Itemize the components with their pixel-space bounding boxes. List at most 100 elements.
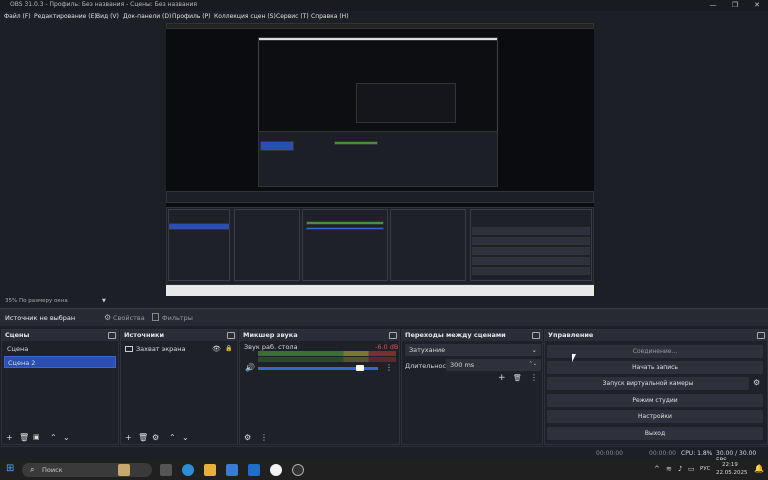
arrow-down-icon[interactable]: ⌄ — [63, 433, 70, 442]
window-title: OBS 31.0.3 - Профиль: Без названия - Сце… — [10, 1, 198, 8]
clock[interactable]: 22:19 — [722, 462, 738, 468]
maximize-button[interactable]: ❐ — [724, 0, 746, 11]
cpu-usage: CPU: 1.8% — [681, 450, 713, 457]
studio-mode-button[interactable]: Режим студии — [547, 394, 763, 407]
source-status: Источник не выбран — [5, 314, 76, 322]
record-button[interactable]: Начать запись — [547, 361, 763, 374]
volume-icon[interactable]: ♪ — [678, 465, 682, 473]
undock-icon[interactable] — [757, 332, 765, 339]
exit-button[interactable]: Выход — [547, 427, 763, 440]
eye-icon[interactable]: 👁 — [212, 345, 221, 353]
scene-item[interactable]: Сцена — [4, 343, 116, 355]
task-view-icon[interactable] — [160, 464, 172, 476]
arrow-down-icon[interactable]: ⌄ — [182, 433, 189, 442]
language-indicator[interactable]: РУС — [700, 466, 711, 472]
date[interactable]: 22.05.2025 — [716, 470, 748, 476]
transitions-title: Переходы между сценами — [402, 330, 542, 341]
taskbar: ⊞ Поиск ⌕ ^ ≋ ♪ ▭ РУС 22:19 22.05.2025 🔔 — [0, 460, 768, 480]
widget-icon[interactable] — [118, 464, 130, 476]
scenes-dock: Сцены Сцена Сцена 2 + 🗑 ▣ ⌃ ⌄ — [1, 329, 119, 445]
menu-dots-icon[interactable]: ⋮ — [260, 433, 268, 442]
speaker-icon[interactable]: 🔊 — [245, 363, 255, 372]
yandex-icon[interactable] — [270, 464, 282, 476]
filter-icon — [152, 313, 159, 321]
zoom-bar — [0, 296, 768, 308]
preview-canvas[interactable] — [166, 23, 594, 296]
outlook-icon[interactable] — [248, 464, 260, 476]
wifi-icon[interactable]: ≋ — [666, 465, 672, 473]
record-time: 00:00:00 — [649, 450, 676, 457]
lock-icon[interactable]: 🔒 — [225, 345, 232, 352]
gear-icon[interactable]: ⚙ — [244, 433, 251, 442]
menu-dots-icon[interactable]: ⋮ — [385, 363, 393, 372]
transitions-dock: Переходы между сценами Затухание ⌄ Длител… — [401, 329, 543, 445]
folder-icon[interactable] — [204, 464, 216, 476]
windows-start-icon[interactable]: ⊞ — [6, 463, 14, 474]
obs-icon[interactable] — [292, 464, 304, 476]
chevron-up-icon[interactable]: ^ — [654, 465, 660, 473]
status-bar: 00:00:00 00:00:00 CPU: 1.8% 30.00 / 30.0… — [0, 446, 768, 464]
transition-value: Затухание — [409, 346, 446, 354]
undock-icon[interactable] — [108, 332, 116, 339]
spin-icon: ⌃⌄ — [528, 361, 537, 367]
add-icon[interactable]: + — [498, 373, 506, 383]
notification-icon[interactable]: 🔔 — [754, 464, 764, 473]
menu-tools[interactable]: Сервис (T) — [276, 13, 309, 20]
monitor-icon — [125, 346, 133, 352]
minimize-button[interactable]: — — [702, 0, 724, 11]
controls-title: Управление — [545, 330, 767, 341]
battery-icon[interactable]: ▭ — [688, 465, 695, 473]
sources-dock: Источники Захват экрана 👁 🔒 + 🗑 ⚙ ⌃ ⌄ — [120, 329, 238, 445]
menu-scene-collection[interactable]: Коллекция сцен (S) — [214, 13, 276, 20]
sources-title: Источники — [121, 330, 237, 341]
cursor-icon — [572, 354, 576, 362]
search-icon: ⌕ — [30, 465, 35, 474]
filter-icon[interactable]: ▣ — [33, 433, 40, 441]
trash-icon[interactable]: 🗑 — [513, 374, 522, 382]
duration-value: 300 ms — [450, 361, 475, 369]
menu-dots-icon[interactable]: ⋮ — [530, 373, 538, 382]
track-name: Звук раб. стола — [244, 343, 298, 351]
trash-icon[interactable]: 🗑 — [19, 433, 29, 442]
mixer-title: Микшер звука — [240, 330, 399, 341]
undock-icon[interactable] — [532, 332, 540, 339]
filters-button[interactable]: Фильтры — [162, 314, 193, 322]
gear-icon[interactable]: ⚙ — [152, 433, 159, 442]
volume-meter-top — [258, 351, 396, 356]
stream-time: 00:00:00 — [596, 450, 623, 457]
add-icon[interactable]: + — [125, 433, 132, 442]
search-placeholder: Поиск — [42, 466, 63, 474]
arrow-up-icon[interactable]: ⌃ — [169, 433, 176, 442]
store-icon[interactable] — [226, 464, 238, 476]
arrow-up-icon[interactable]: ⌃ — [50, 433, 57, 442]
properties-button[interactable]: Свойства — [113, 314, 145, 322]
scene-item-selected[interactable]: Сцена 2 — [4, 356, 116, 368]
menu-view[interactable]: Вид (V) — [96, 13, 119, 20]
gear-icon: ⚙ — [104, 313, 112, 322]
close-button[interactable]: ✕ — [746, 0, 768, 11]
duration-input[interactable]: 300 ms ⌃⌄ — [446, 359, 541, 371]
settings-button[interactable]: Настройки — [547, 410, 763, 423]
edge-icon[interactable] — [182, 464, 194, 476]
trash-icon[interactable]: 🗑 — [138, 433, 148, 442]
virtual-camera-button[interactable]: Запуск виртуальной камеры — [547, 377, 749, 390]
undock-icon[interactable] — [227, 332, 235, 339]
volume-slider-handle[interactable] — [356, 365, 364, 371]
menu-edit[interactable]: Редактирование (E) — [34, 13, 97, 20]
add-icon[interactable]: + — [6, 433, 13, 442]
menu-docks[interactable]: Док-панели (D) — [123, 13, 171, 20]
menu-bar: Файл (F) Редактирование (E) Вид (V) Док-… — [0, 11, 768, 23]
menu-profile[interactable]: Профиль (P) — [172, 13, 211, 20]
undock-icon[interactable] — [389, 332, 397, 339]
chevron-down-icon[interactable]: ▼ — [102, 298, 106, 304]
menu-help[interactable]: Справка (H) — [311, 13, 349, 20]
zoom-label[interactable]: 35% По размеру окна — [5, 298, 68, 304]
menu-file[interactable]: Файл (F) — [4, 13, 31, 20]
gear-icon[interactable]: ⚙ — [753, 378, 760, 387]
stream-button[interactable]: Соединение... — [547, 345, 763, 358]
chevron-down-icon: ⌄ — [531, 346, 537, 354]
scenes-title: Сцены — [2, 330, 118, 341]
transition-select[interactable]: Затухание ⌄ — [405, 344, 541, 356]
search-box[interactable]: Поиск — [22, 463, 152, 477]
source-toolbar: Источник не выбран ⚙ Свойства Фильтры — [0, 308, 768, 326]
